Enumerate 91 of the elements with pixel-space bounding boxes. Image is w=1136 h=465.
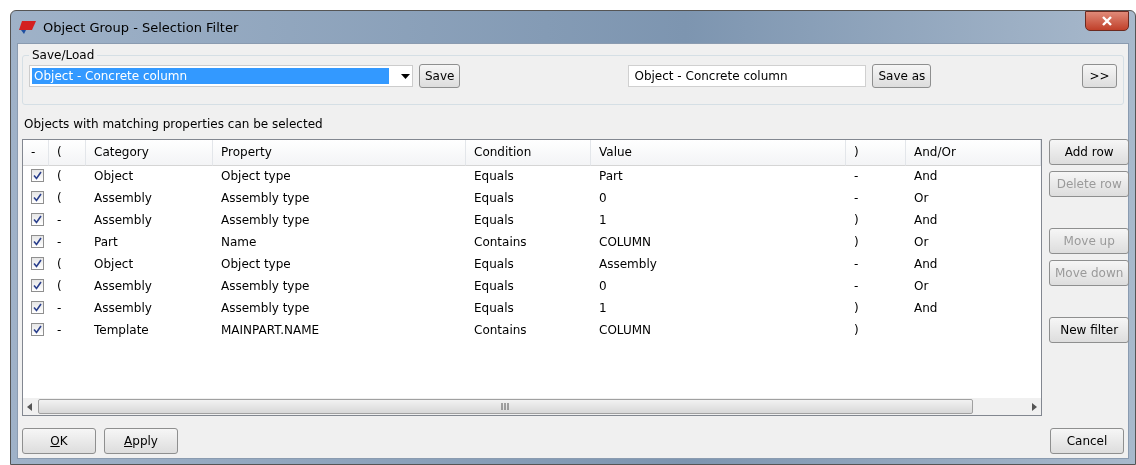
table-cell-text: Equals <box>473 190 515 207</box>
column-header[interactable]: Property <box>213 140 466 166</box>
column-header[interactable]: - <box>23 140 49 166</box>
table-cell-text: Assembly <box>598 256 658 273</box>
group-label: Save/Load <box>31 48 96 62</box>
table-cell-text: MAINPART.NAME <box>220 322 321 339</box>
table-cell-text: - <box>56 322 63 339</box>
column-header[interactable]: And/Or <box>906 140 1041 166</box>
hint-text: Objects with matching properties can be selected <box>24 117 324 131</box>
table-cell-text: Equals <box>473 278 515 295</box>
save-button[interactable]: Save <box>419 64 461 88</box>
table-cell-text: ( <box>56 278 63 295</box>
side-button[interactable]: Add row <box>1049 139 1130 165</box>
table-cell-text: Object <box>93 168 135 185</box>
table-cell-text: And <box>913 168 939 185</box>
table-cell-text: - <box>853 278 860 295</box>
table-cell-text: Or <box>913 234 930 251</box>
table-cell-text: Assembly <box>93 278 153 295</box>
table-cell-text: Object type <box>220 256 292 273</box>
table-cell-text: Part <box>93 234 119 251</box>
row-checkbox[interactable] <box>31 279 44 292</box>
table-cell-text: ) <box>853 234 860 251</box>
column-header[interactable]: Category <box>86 140 213 166</box>
table-cell-text: Equals <box>473 300 515 317</box>
column-header[interactable]: ) <box>846 140 906 166</box>
horizontal-scrollbar[interactable] <box>23 398 1041 415</box>
cancel-button[interactable]: Cancel <box>1050 428 1124 454</box>
close-button[interactable] <box>1085 11 1129 31</box>
table-cell-text: Assembly <box>93 300 153 317</box>
save-as-button[interactable]: Save as <box>872 64 932 88</box>
window-title: Object Group - Selection Filter <box>43 19 240 35</box>
table-cell-text: Object <box>93 256 135 273</box>
table-cell-text: Assembly <box>93 212 153 229</box>
dropdown-caret-icon <box>401 73 410 79</box>
table-cell-text: ) <box>853 300 860 317</box>
table-cell-text: - <box>56 300 63 317</box>
table-cell-text: Assembly type <box>220 190 311 207</box>
column-header[interactable]: Condition <box>466 140 591 166</box>
table-cell-text: And <box>913 300 939 317</box>
table-cell-text: - <box>56 212 63 229</box>
close-icon <box>1101 16 1113 26</box>
table-cell-text: Assembly type <box>220 300 311 317</box>
table-cell-text: COLUMN <box>598 234 653 251</box>
table-cell-text: And <box>913 212 939 229</box>
table-cell-text: Contains <box>473 322 528 339</box>
column-header[interactable]: Value <box>591 140 846 166</box>
table-cell-text: Template <box>93 322 150 339</box>
table-cell-text: 1 <box>598 212 608 229</box>
table-cell-text: Or <box>913 278 930 295</box>
scroll-right-icon[interactable] <box>1032 402 1037 411</box>
dialog-button[interactable]: Apply <box>104 428 178 454</box>
table-cell-text: - <box>56 234 63 251</box>
table-cell-text: ( <box>56 168 63 185</box>
table-cell-text: And <box>913 256 939 273</box>
table-cell-text: ( <box>56 190 63 207</box>
table-cell-text: 0 <box>598 278 608 295</box>
row-checkbox[interactable] <box>31 323 44 336</box>
table-cell-text: - <box>853 256 860 273</box>
row-checkbox[interactable] <box>31 257 44 270</box>
table-cell-text: ) <box>853 212 860 229</box>
scroll-left-icon[interactable] <box>27 402 32 411</box>
table-cell-text: Equals <box>473 212 515 229</box>
table-cell-text: Assembly type <box>220 212 311 229</box>
side-button[interactable]: New filter <box>1049 317 1130 343</box>
row-checkbox[interactable] <box>31 301 44 314</box>
table-cell-text: - <box>853 190 860 207</box>
table-cell-text: COLUMN <box>598 322 653 339</box>
table-cell-text: Equals <box>473 168 515 185</box>
table-cell-text: Object type <box>220 168 292 185</box>
table-cell-text: Contains <box>473 234 528 251</box>
row-checkbox[interactable] <box>31 191 44 204</box>
table-cell-text: Name <box>220 234 258 251</box>
table-cell-text: Part <box>598 168 624 185</box>
table-cell-text: 0 <box>598 190 608 207</box>
column-header[interactable]: ( <box>49 140 86 166</box>
table-cell-text: Assembly type <box>220 278 311 295</box>
table-cell-text: Or <box>913 190 930 207</box>
table-cell-text: ) <box>853 322 860 339</box>
table-cell-text: - <box>853 168 860 185</box>
table-cell-text: Equals <box>473 256 515 273</box>
expand-button[interactable]: >> <box>1082 64 1117 88</box>
app-logo-icon <box>19 19 37 35</box>
grip-icon <box>501 403 510 410</box>
table-cell-text: 1 <box>598 300 608 317</box>
table-cell-text: Assembly <box>93 190 153 207</box>
row-checkbox[interactable] <box>31 235 44 248</box>
filter-name-field[interactable]: Object - Concrete column <box>628 65 867 87</box>
dialog-button[interactable]: OK <box>22 428 96 454</box>
row-checkbox[interactable] <box>31 213 44 226</box>
row-checkbox[interactable] <box>31 169 44 182</box>
table-cell-text: ( <box>56 256 63 273</box>
